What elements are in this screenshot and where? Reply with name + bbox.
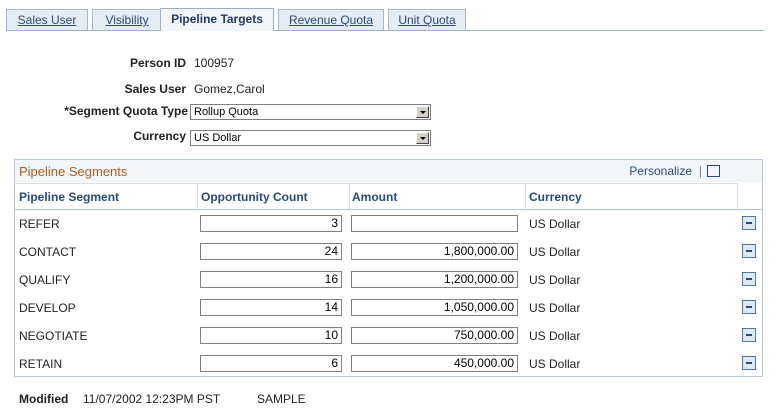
amount-input[interactable] bbox=[351, 215, 518, 232]
segment-quota-type-select[interactable]: Rollup Quota bbox=[190, 104, 431, 120]
tab-label: Visibility bbox=[105, 13, 149, 27]
opportunity-count-input[interactable]: 10 bbox=[200, 327, 342, 344]
sales-user-label: Sales User bbox=[124, 82, 186, 96]
segment-cell: RETAIN bbox=[19, 357, 63, 371]
delete-row-icon[interactable] bbox=[742, 300, 756, 314]
currency-value: US Dollar bbox=[194, 132, 242, 144]
grid-header-bar: Pipeline Segments Personalize | bbox=[15, 160, 762, 182]
tab-label: Unit Quota bbox=[398, 13, 456, 27]
tab-visibility[interactable]: Visibility bbox=[92, 9, 162, 30]
person-id-label: Person ID bbox=[129, 56, 186, 70]
col-header-currency: Currency bbox=[525, 183, 737, 209]
opportunity-count-input[interactable]: 6 bbox=[200, 355, 342, 372]
personalize-link[interactable]: Personalize bbox=[629, 164, 692, 178]
sales-user-value: Gomez,Carol bbox=[194, 82, 265, 96]
delete-row-icon[interactable] bbox=[742, 328, 756, 342]
amount-input[interactable]: 750,000.00 bbox=[351, 327, 518, 344]
currency-cell: US Dollar bbox=[529, 217, 581, 231]
col-header-opportunity-count: Opportunity Count bbox=[197, 183, 349, 209]
delete-row-icon[interactable] bbox=[742, 244, 756, 258]
tab-revenue-quota[interactable]: Revenue Quota bbox=[278, 9, 384, 30]
amount-input[interactable]: 1,800,000.00 bbox=[351, 243, 518, 260]
segment-cell: QUALIFY bbox=[19, 273, 71, 287]
table-row: NEGOTIATE 10 750,000.00 US Dollar bbox=[15, 322, 762, 350]
amount-input[interactable]: 450,000.00 bbox=[351, 355, 518, 372]
amount-input[interactable]: 1,050,000.00 bbox=[351, 299, 518, 316]
tab-label: Pipeline Targets bbox=[171, 12, 263, 26]
dropdown-arrow-icon[interactable] bbox=[416, 106, 429, 118]
table-row: CONTACT 24 1,800,000.00 US Dollar bbox=[15, 238, 762, 266]
tab-bar: Sales User Visibility Pipeline Targets R… bbox=[6, 8, 764, 31]
tab-unit-quota[interactable]: Unit Quota bbox=[388, 9, 466, 30]
col-header-amount: Amount bbox=[349, 183, 525, 209]
segment-cell: DEVELOP bbox=[19, 301, 76, 315]
tab-label: Sales User bbox=[17, 13, 77, 27]
segment-cell: NEGOTIATE bbox=[19, 329, 88, 343]
table-row: REFER 3 US Dollar bbox=[15, 210, 762, 238]
table-row: RETAIN 6 450,000.00 US Dollar bbox=[15, 350, 762, 378]
currency-cell: US Dollar bbox=[529, 357, 581, 371]
table-row: DEVELOP 14 1,050,000.00 US Dollar bbox=[15, 294, 762, 322]
segment-quota-type-label: *Segment Quota Type bbox=[64, 104, 188, 118]
currency-cell: US Dollar bbox=[529, 245, 581, 259]
grid-title: Pipeline Segments bbox=[19, 164, 128, 179]
delete-row-icon[interactable] bbox=[742, 272, 756, 286]
amount-input[interactable]: 1,200,000.00 bbox=[351, 271, 518, 288]
opportunity-count-input[interactable]: 3 bbox=[200, 215, 342, 232]
modified-date: 11/07/2002 12:23PM PST bbox=[83, 392, 221, 406]
currency-cell: US Dollar bbox=[529, 301, 581, 315]
opportunity-count-input[interactable]: 14 bbox=[200, 299, 342, 316]
tab-label: Revenue Quota bbox=[288, 13, 374, 27]
segment-quota-type-value: Rollup Quota bbox=[194, 106, 259, 118]
opportunity-count-input[interactable]: 24 bbox=[200, 243, 342, 260]
segment-cell: REFER bbox=[19, 217, 60, 231]
dropdown-arrow-icon[interactable] bbox=[416, 132, 429, 144]
person-id-value: 100957 bbox=[194, 56, 235, 70]
table-row: QUALIFY 16 1,200,000.00 US Dollar bbox=[15, 266, 762, 294]
currency-select[interactable]: US Dollar bbox=[190, 130, 431, 146]
separator: | bbox=[698, 164, 702, 178]
modified-by: SAMPLE bbox=[257, 392, 306, 406]
popout-grid-icon[interactable] bbox=[707, 165, 720, 177]
opportunity-count-input[interactable]: 16 bbox=[200, 271, 342, 288]
column-divider bbox=[737, 183, 738, 209]
modified-label: Modified bbox=[19, 392, 69, 406]
currency-cell: US Dollar bbox=[529, 329, 581, 343]
pipeline-segments-grid: Pipeline Segments Personalize | Pipeline… bbox=[14, 159, 763, 377]
currency-cell: US Dollar bbox=[529, 273, 581, 287]
col-header-pipeline-segment: Pipeline Segment bbox=[15, 183, 197, 209]
delete-row-icon[interactable] bbox=[742, 356, 756, 370]
delete-row-icon[interactable] bbox=[742, 216, 756, 230]
tab-pipeline-targets[interactable]: Pipeline Targets bbox=[160, 8, 274, 31]
segment-cell: CONTACT bbox=[19, 245, 77, 259]
currency-label: Currency bbox=[133, 129, 186, 143]
tab-sales-user[interactable]: Sales User bbox=[6, 9, 88, 30]
